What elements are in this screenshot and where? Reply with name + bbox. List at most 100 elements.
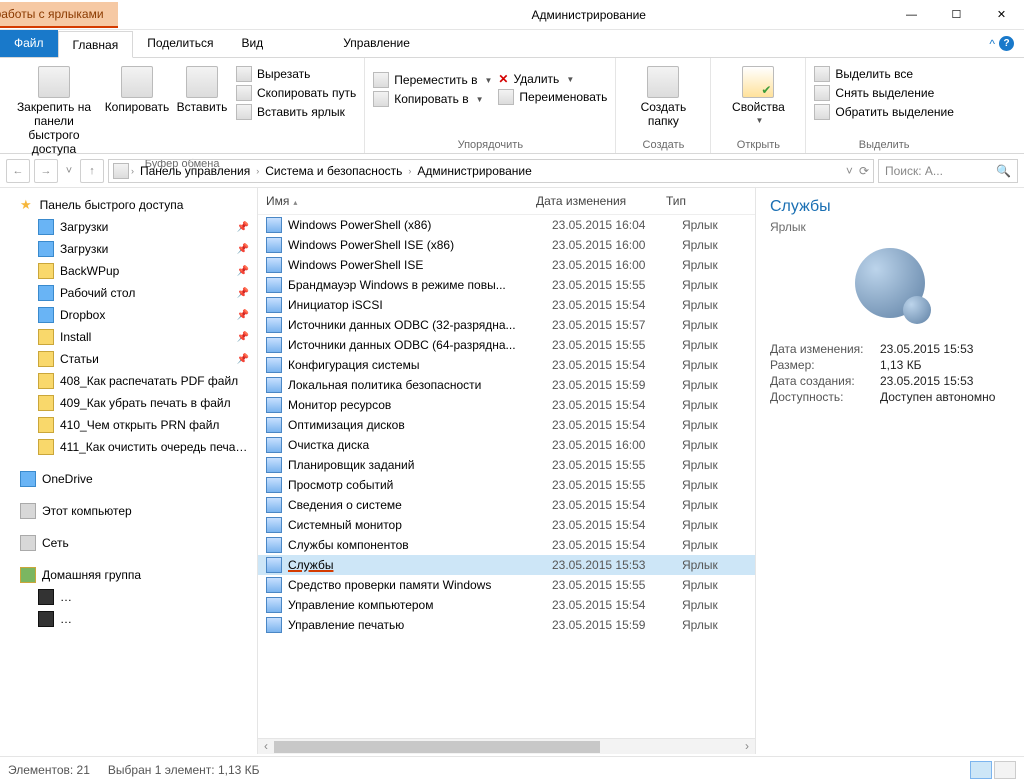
- rename-button[interactable]: Переименовать: [498, 89, 607, 105]
- nav-item[interactable]: Загрузки📌: [0, 238, 257, 260]
- file-row[interactable]: Оптимизация дисков23.05.2015 15:54Ярлык: [258, 415, 755, 435]
- shortcut-icon: [266, 417, 282, 433]
- new-folder-button[interactable]: Создать папку: [624, 62, 702, 128]
- file-row[interactable]: Windows PowerShell ISE23.05.2015 16:00Яр…: [258, 255, 755, 275]
- nav-homegroup-user[interactable]: …: [0, 586, 257, 608]
- breadcrumb[interactable]: › Панель управления› Система и безопасно…: [108, 159, 874, 183]
- shortcut-icon: [266, 537, 282, 553]
- paste-shortcut-button[interactable]: Вставить ярлык: [236, 104, 356, 120]
- nav-item[interactable]: Статьи📌: [0, 348, 257, 370]
- col-name[interactable]: Имя▴: [266, 194, 536, 208]
- nav-item-label: 409_Как убрать печать в файл: [60, 396, 231, 410]
- delete-button[interactable]: ✕Удалить▼: [498, 72, 607, 86]
- shortcut-icon: [266, 457, 282, 473]
- file-row[interactable]: Монитор ресурсов23.05.2015 15:54Ярлык: [258, 395, 755, 415]
- nav-item[interactable]: Install📌: [0, 326, 257, 348]
- file-row[interactable]: Просмотр событий23.05.2015 15:55Ярлык: [258, 475, 755, 495]
- properties-button[interactable]: ✔ Свойства▼: [719, 62, 797, 125]
- copy-button[interactable]: Копировать: [106, 62, 168, 114]
- file-row[interactable]: Локальная политика безопасности23.05.201…: [258, 375, 755, 395]
- tab-view[interactable]: Вид: [227, 30, 277, 57]
- file-row[interactable]: Системный монитор23.05.2015 15:54Ярлык: [258, 515, 755, 535]
- file-name: Конфигурация системы: [288, 358, 552, 372]
- col-date[interactable]: Дата изменения: [536, 194, 666, 208]
- file-row[interactable]: Очистка диска23.05.2015 16:00Ярлык: [258, 435, 755, 455]
- contextual-tab-shortcut-tools[interactable]: Средства работы с ярлыками: [0, 2, 118, 28]
- view-thumbnails-button[interactable]: [994, 761, 1016, 779]
- file-row[interactable]: Планировщик заданий23.05.2015 15:55Ярлык: [258, 455, 755, 475]
- search-input[interactable]: Поиск: А... 🔍: [878, 159, 1018, 183]
- scroll-left-button[interactable]: ‹: [258, 739, 274, 754]
- file-row[interactable]: Источники данных ODBC (32-разрядна...23.…: [258, 315, 755, 335]
- nav-item[interactable]: 409_Как убрать печать в файл: [0, 392, 257, 414]
- file-rows[interactable]: Windows PowerShell (x86)23.05.2015 16:04…: [258, 215, 755, 738]
- nav-item[interactable]: Dropbox📌: [0, 304, 257, 326]
- copy-path-button[interactable]: Скопировать путь: [236, 85, 356, 101]
- select-all-button[interactable]: Выделить все: [814, 66, 954, 82]
- horizontal-scrollbar[interactable]: ‹ ›: [258, 738, 755, 754]
- maximize-button[interactable]: ☐: [934, 1, 979, 29]
- copy-to-button[interactable]: Копировать в▼: [373, 91, 492, 107]
- file-row[interactable]: Управление компьютером23.05.2015 15:54Яр…: [258, 595, 755, 615]
- nav-item[interactable]: 410_Чем открыть PRN файл: [0, 414, 257, 436]
- minimize-button[interactable]: —: [889, 1, 934, 29]
- nav-quick-access[interactable]: ★ Панель быстрого доступа: [0, 194, 257, 216]
- file-row[interactable]: Windows PowerShell ISE (x86)23.05.2015 1…: [258, 235, 755, 255]
- nav-item[interactable]: Загрузки📌: [0, 216, 257, 238]
- file-row[interactable]: Сведения о системе23.05.2015 15:54Ярлык: [258, 495, 755, 515]
- nav-network[interactable]: Сеть: [0, 532, 257, 554]
- ribbon-tabs: Файл Главная Поделиться Вид Управление ^…: [0, 30, 1024, 58]
- cut-button[interactable]: Вырезать: [236, 66, 356, 82]
- col-type[interactable]: Тип: [666, 194, 747, 208]
- help-icon[interactable]: ?: [999, 36, 1014, 51]
- file-row[interactable]: Конфигурация системы23.05.2015 15:54Ярлы…: [258, 355, 755, 375]
- crumb[interactable]: Система и безопасность: [261, 164, 406, 178]
- navigation-pane[interactable]: ★ Панель быстрого доступа Загрузки📌Загру…: [0, 188, 258, 754]
- up-button[interactable]: ↑: [80, 159, 104, 183]
- tab-file[interactable]: Файл: [0, 30, 58, 57]
- file-row[interactable]: Управление печатью23.05.2015 15:59Ярлык: [258, 615, 755, 635]
- nav-homegroup[interactable]: Домашняя группа: [0, 564, 257, 586]
- move-to-button[interactable]: Переместить в▼: [373, 72, 492, 88]
- scroll-thumb[interactable]: [274, 741, 600, 753]
- nav-item[interactable]: 411_Как очистить очередь печа…: [0, 436, 257, 458]
- paste-button[interactable]: Вставить: [174, 62, 230, 114]
- file-name: Оптимизация дисков: [288, 418, 552, 432]
- nav-item[interactable]: Рабочий стол📌: [0, 282, 257, 304]
- file-row[interactable]: Источники данных ODBC (64-разрядна...23.…: [258, 335, 755, 355]
- nav-item[interactable]: 408_Как распечатать PDF файл: [0, 370, 257, 392]
- user-icon: [38, 611, 54, 627]
- nav-onedrive[interactable]: OneDrive: [0, 468, 257, 490]
- file-row[interactable]: Службы23.05.2015 15:53Ярлык: [258, 555, 755, 575]
- view-details-button[interactable]: [970, 761, 992, 779]
- tab-share[interactable]: Поделиться: [133, 30, 227, 57]
- select-none-button[interactable]: Снять выделение: [814, 85, 954, 101]
- file-row[interactable]: Инициатор iSCSI23.05.2015 15:54Ярлык: [258, 295, 755, 315]
- scroll-right-button[interactable]: ›: [739, 739, 755, 754]
- nav-this-pc[interactable]: Этот компьютер: [0, 500, 257, 522]
- crumb[interactable]: Панель управления: [136, 164, 254, 178]
- pin-to-quick-access-button[interactable]: Закрепить на панели быстрого доступа: [8, 62, 100, 156]
- details-title: Службы: [770, 198, 1010, 216]
- file-row[interactable]: Windows PowerShell (x86)23.05.2015 16:04…: [258, 215, 755, 235]
- invert-selection-button[interactable]: Обратить выделение: [814, 104, 954, 120]
- user-icon: [38, 589, 54, 605]
- back-button[interactable]: ←: [6, 159, 30, 183]
- recent-locations-button[interactable]: ˅: [62, 159, 76, 183]
- ribbon-collapse[interactable]: ^?: [979, 30, 1024, 57]
- tab-home[interactable]: Главная: [58, 31, 134, 58]
- file-row[interactable]: Службы компонентов23.05.2015 15:54Ярлык: [258, 535, 755, 555]
- tab-manage[interactable]: Управление: [329, 30, 424, 57]
- close-button[interactable]: ✕: [979, 1, 1024, 29]
- shortcut-icon: [266, 257, 282, 273]
- crumb[interactable]: Администрирование: [413, 164, 535, 178]
- shortcut-icon: [266, 277, 282, 293]
- column-headers[interactable]: Имя▴ Дата изменения Тип: [258, 188, 755, 215]
- file-row[interactable]: Средство проверки памяти Windows23.05.20…: [258, 575, 755, 595]
- file-row[interactable]: Брандмауэр Windows в режиме повы...23.05…: [258, 275, 755, 295]
- nav-homegroup-user[interactable]: …: [0, 608, 257, 630]
- nav-item-label: Install: [60, 330, 91, 344]
- refresh-button[interactable]: ⟳: [859, 164, 869, 178]
- forward-button[interactable]: →: [34, 159, 58, 183]
- nav-item[interactable]: BackWPup📌: [0, 260, 257, 282]
